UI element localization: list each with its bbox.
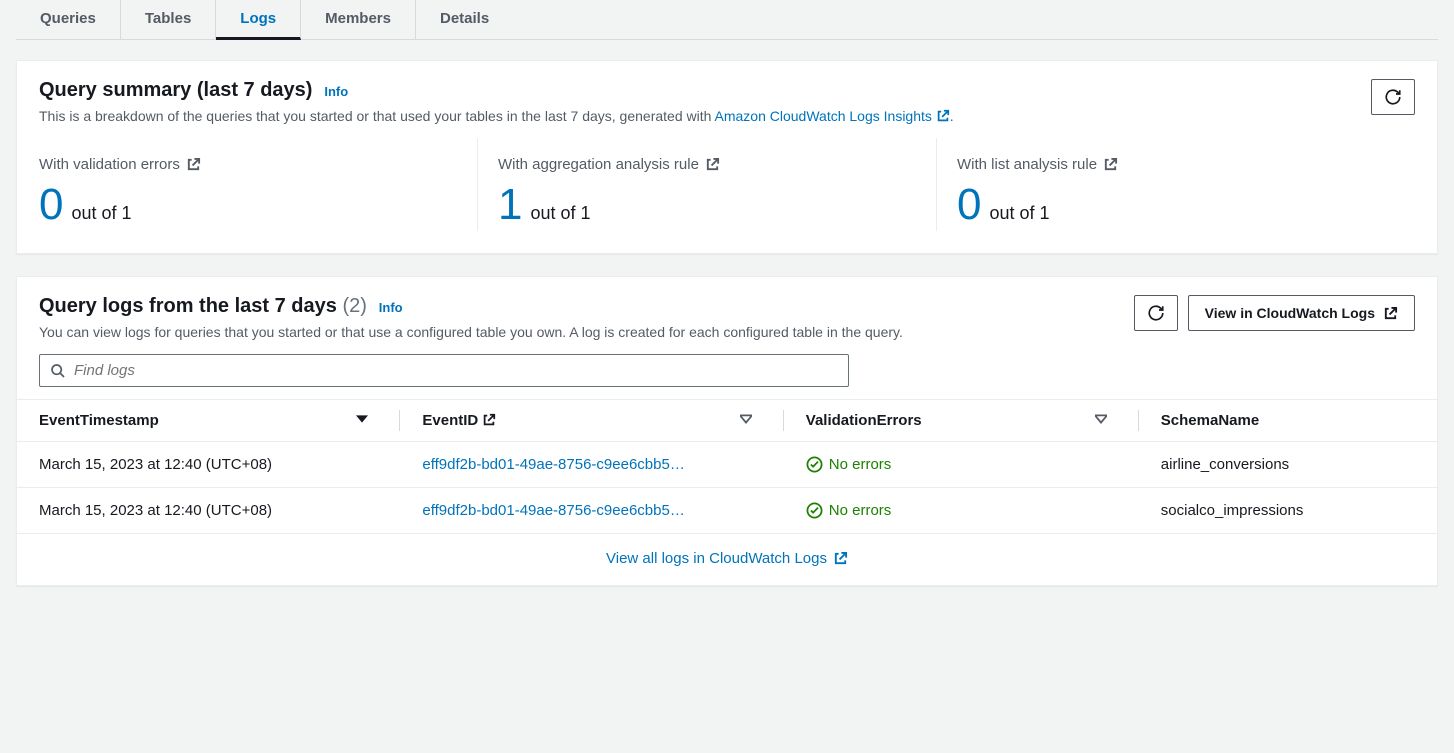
external-link-icon[interactable] — [186, 157, 201, 172]
refresh-logs-button[interactable] — [1134, 295, 1178, 331]
tab-details[interactable]: Details — [416, 0, 513, 39]
col-timestamp-label: EventTimestamp — [39, 412, 159, 429]
cell-timestamp: March 15, 2023 at 12:40 (UTC+08) — [17, 488, 400, 534]
table-row: March 15, 2023 at 12:40 (UTC+08) eff9df2… — [17, 442, 1437, 488]
stat-out-of: out of 1 — [71, 203, 131, 224]
query-summary-panel: Query summary (last 7 days) Info This is… — [16, 60, 1438, 254]
external-link-icon — [482, 413, 496, 427]
refresh-summary-button[interactable] — [1371, 79, 1415, 115]
col-validation-errors[interactable]: ValidationErrors — [784, 400, 1139, 442]
view-cloudwatch-label: View in CloudWatch Logs — [1205, 305, 1375, 321]
refresh-icon — [1384, 88, 1402, 106]
cell-schema: socialco_impressions — [1139, 488, 1437, 534]
cell-validation-text: No errors — [829, 502, 892, 519]
cell-schema: airline_conversions — [1139, 442, 1437, 488]
col-eventid-label: EventID — [422, 412, 478, 429]
view-all-logs-link[interactable]: View all logs in CloudWatch Logs — [606, 550, 848, 567]
external-link-icon — [1383, 306, 1398, 321]
summary-stats: With validation errors 0 out of 1 With a… — [17, 138, 1437, 253]
sort-icon — [1095, 412, 1107, 429]
external-link-icon — [833, 551, 848, 566]
search-input[interactable] — [74, 362, 838, 379]
stat-aggregation-rule: With aggregation analysis rule 1 out of … — [498, 138, 937, 231]
stat-validation-errors: With validation errors 0 out of 1 — [39, 138, 478, 231]
tab-queries[interactable]: Queries — [16, 0, 121, 39]
external-link-icon[interactable] — [705, 157, 720, 172]
cell-eventid[interactable]: eff9df2b-bd01-49ae-8756-c9ee6cbb5… — [400, 488, 783, 534]
summary-desc-suffix: . — [950, 108, 954, 124]
tab-logs[interactable]: Logs — [216, 0, 301, 40]
summary-desc-prefix: This is a breakdown of the queries that … — [39, 108, 715, 124]
view-all-logs-text: View all logs in CloudWatch Logs — [606, 550, 827, 567]
table-row: March 15, 2023 at 12:40 (UTC+08) eff9df2… — [17, 488, 1437, 534]
tabs: Queries Tables Logs Members Details — [16, 0, 1438, 40]
success-icon — [806, 456, 823, 473]
cell-validation: No errors — [784, 442, 1139, 488]
sort-desc-icon — [356, 412, 368, 429]
stat-out-of: out of 1 — [530, 203, 590, 224]
logs-info-link[interactable]: Info — [379, 300, 403, 315]
cell-validation-text: No errors — [829, 456, 892, 473]
cloudwatch-insights-link-text: Amazon CloudWatch Logs Insights — [715, 108, 932, 124]
summary-info-link[interactable]: Info — [324, 84, 348, 99]
external-link-icon[interactable] — [1103, 157, 1118, 172]
query-logs-panel: Query logs from the last 7 days (2) Info… — [16, 276, 1438, 586]
stat-label: With aggregation analysis rule — [498, 156, 699, 173]
summary-title: Query summary (last 7 days) — [39, 79, 312, 102]
col-eventid[interactable]: EventID — [400, 400, 783, 442]
logs-table: EventTimestamp EventID — [17, 399, 1437, 533]
refresh-icon — [1147, 304, 1165, 322]
cell-validation: No errors — [784, 488, 1139, 534]
success-icon — [806, 502, 823, 519]
cloudwatch-insights-link[interactable]: Amazon CloudWatch Logs Insights — [715, 108, 950, 124]
sort-icon — [740, 412, 752, 429]
stat-label: With list analysis rule — [957, 156, 1097, 173]
tab-members[interactable]: Members — [301, 0, 416, 39]
col-schema[interactable]: SchemaName — [1139, 400, 1437, 442]
view-cloudwatch-button[interactable]: View in CloudWatch Logs — [1188, 295, 1415, 331]
logs-title: Query logs from the last 7 days (2) — [39, 295, 367, 318]
col-validation-label: ValidationErrors — [806, 412, 922, 429]
stat-list-rule: With list analysis rule 0 out of 1 — [957, 138, 1395, 231]
stat-value: 0 — [39, 183, 63, 227]
cell-eventid[interactable]: eff9df2b-bd01-49ae-8756-c9ee6cbb5… — [400, 442, 783, 488]
logs-count: (2) — [342, 295, 366, 317]
tab-tables[interactable]: Tables — [121, 0, 216, 39]
stat-label: With validation errors — [39, 156, 180, 173]
summary-desc: This is a breakdown of the queries that … — [39, 108, 1371, 124]
search-container — [39, 354, 849, 387]
search-icon — [50, 363, 66, 379]
logs-title-text: Query logs from the last 7 days — [39, 295, 337, 317]
cell-timestamp: March 15, 2023 at 12:40 (UTC+08) — [17, 442, 400, 488]
external-link-icon — [936, 109, 950, 123]
logs-desc: You can view logs for queries that you s… — [39, 324, 1134, 340]
stat-out-of: out of 1 — [989, 203, 1049, 224]
col-schema-label: SchemaName — [1161, 412, 1259, 429]
stat-value: 1 — [498, 183, 522, 227]
stat-value: 0 — [957, 183, 981, 227]
col-timestamp[interactable]: EventTimestamp — [17, 400, 400, 442]
